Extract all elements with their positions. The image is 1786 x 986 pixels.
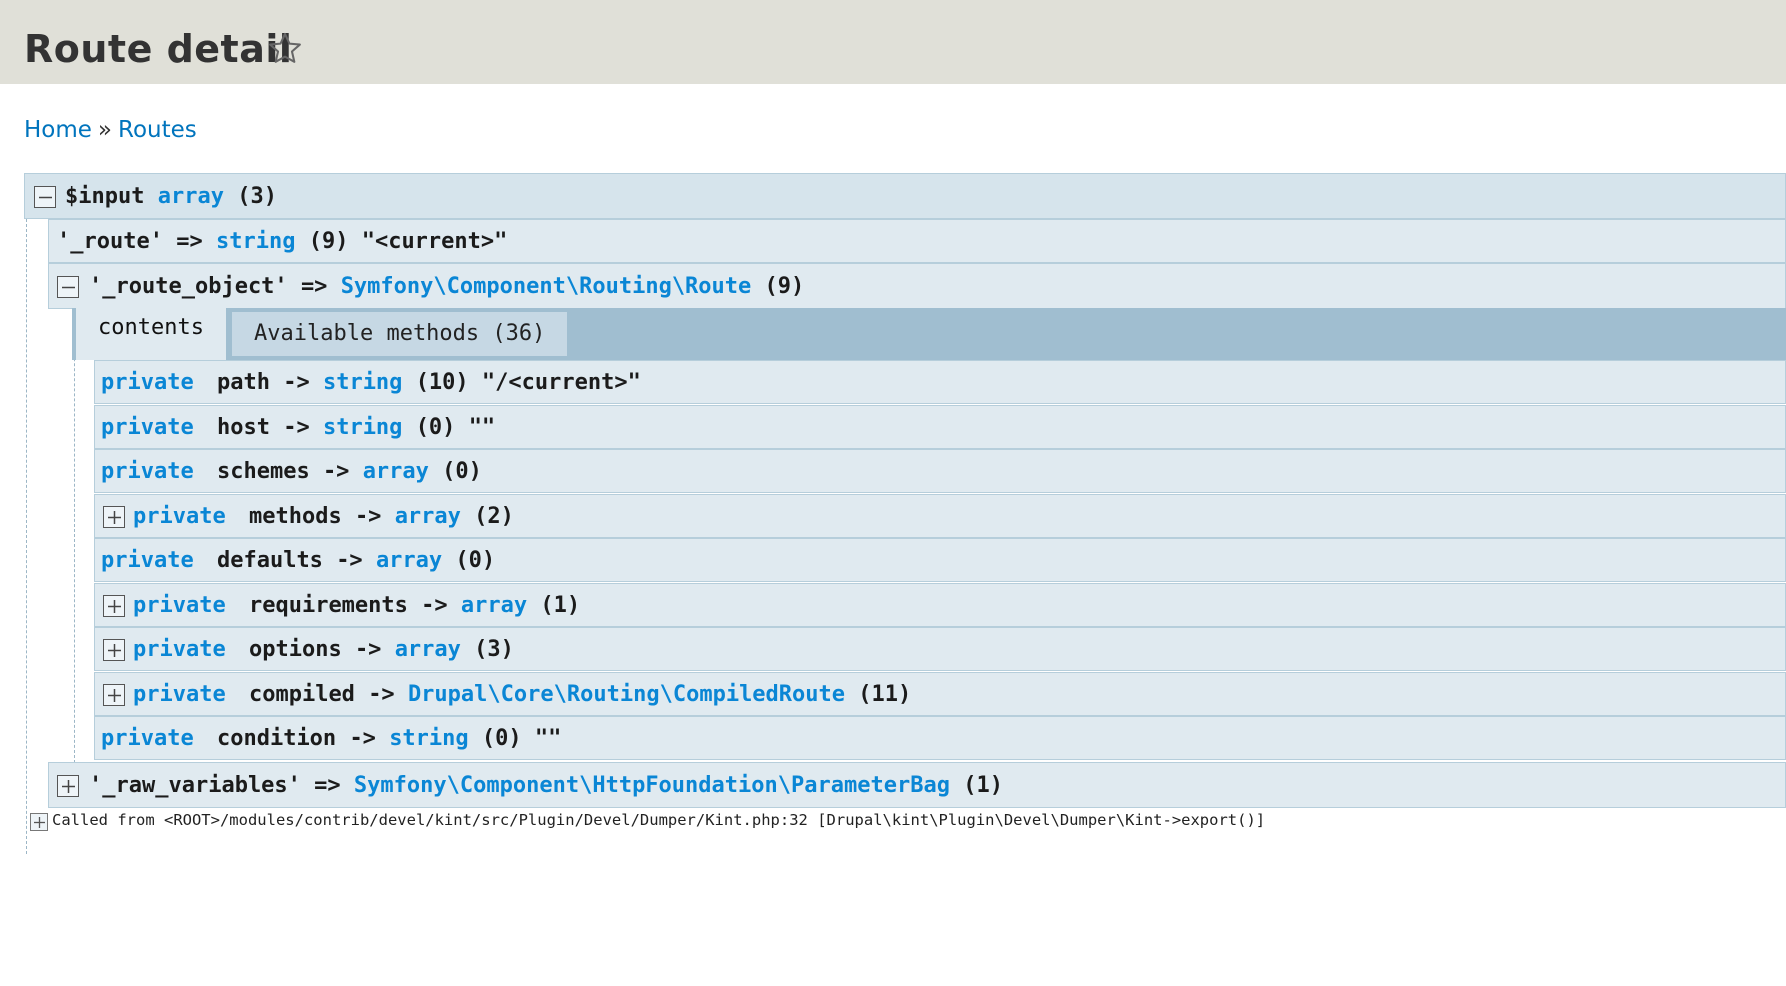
- route-object-count: (9): [764, 274, 805, 299]
- property-type: string: [322, 415, 403, 440]
- property-type: Drupal\Core\Routing\CompiledRoute: [407, 682, 846, 707]
- property-count: (11): [858, 682, 912, 707]
- property-name: defaults: [216, 548, 323, 573]
- property-count: (0): [415, 415, 456, 440]
- property-row: private condition -> string (0) "": [94, 716, 1786, 760]
- root-type: array: [157, 184, 224, 209]
- expand-icon[interactable]: [103, 595, 125, 617]
- property-row[interactable]: private methods -> array (2): [94, 494, 1786, 538]
- property-type: array: [362, 459, 429, 484]
- expand-icon[interactable]: [30, 813, 48, 831]
- property-name: schemes: [216, 459, 310, 484]
- breadcrumb: Home» Routes: [24, 114, 197, 146]
- route-object-arrow: =>: [300, 274, 328, 299]
- route-type: string: [215, 229, 296, 254]
- breadcrumb-separator: »: [97, 117, 112, 143]
- root-count: (3): [237, 184, 277, 209]
- dump-tabbar: contents Available methods (36): [72, 308, 1786, 360]
- route-key: '_route': [57, 229, 163, 254]
- tree-guide: [26, 219, 27, 854]
- raw-variables-key: '_raw_variables': [89, 773, 301, 798]
- property-visibility: private: [133, 637, 226, 662]
- collapse-icon[interactable]: [57, 276, 79, 298]
- property-arrow: ->: [349, 726, 376, 751]
- route-value: "<current>": [361, 229, 508, 254]
- property-name: path: [216, 370, 270, 395]
- property-count: (10): [415, 370, 469, 395]
- raw-variables-count: (1): [963, 773, 1003, 798]
- property-value: "": [534, 726, 562, 751]
- raw-variables-arrow: =>: [314, 773, 341, 798]
- property-row[interactable]: private requirements -> array (1): [94, 583, 1786, 627]
- property-type: string: [322, 370, 403, 395]
- property-value: "/<current>": [481, 370, 641, 395]
- property-name: requirements: [248, 593, 408, 618]
- property-visibility: private: [133, 504, 226, 529]
- dump-raw-variables-row[interactable]: '_raw_variables' => Symfony\Component\Ht…: [48, 762, 1786, 808]
- breadcrumb-routes-link[interactable]: Routes: [118, 117, 197, 143]
- expand-icon[interactable]: [103, 639, 125, 661]
- property-visibility: private: [101, 548, 194, 573]
- property-count: (0): [481, 726, 522, 751]
- property-type: array: [375, 548, 443, 573]
- property-visibility: private: [101, 370, 194, 395]
- route-count: (9): [308, 229, 349, 254]
- property-type: string: [389, 726, 469, 751]
- property-name: compiled: [248, 682, 355, 707]
- page-title: Route detail: [24, 27, 293, 71]
- breadcrumb-home-link[interactable]: Home: [24, 117, 92, 143]
- property-type: array: [394, 637, 461, 662]
- property-arrow: ->: [283, 370, 310, 395]
- called-from-trace: Called from <ROOT>/modules/contrib/devel…: [52, 811, 1266, 829]
- root-name: $input: [65, 184, 145, 209]
- expand-icon[interactable]: [103, 506, 125, 528]
- dump-route-row: '_route' => string (9) "<current>": [48, 219, 1786, 263]
- star-icon[interactable]: [266, 30, 304, 68]
- tree-guide: [74, 308, 75, 763]
- page-header: Route detail: [0, 0, 1786, 84]
- property-arrow: ->: [354, 637, 382, 662]
- property-row: private path -> string (10) "/<current>": [94, 360, 1786, 404]
- property-row: private schemes -> array (0): [94, 449, 1786, 493]
- tab-available-methods[interactable]: Available methods (36): [232, 312, 568, 356]
- property-name: methods: [248, 504, 342, 529]
- property-visibility: private: [101, 415, 194, 440]
- property-name: options: [248, 637, 342, 662]
- property-visibility: private: [101, 726, 194, 751]
- property-arrow: ->: [322, 459, 350, 484]
- property-type: array: [460, 593, 528, 618]
- property-arrow: ->: [283, 415, 310, 440]
- property-arrow: ->: [421, 593, 448, 618]
- property-type: array: [394, 504, 461, 529]
- property-name: host: [216, 415, 270, 440]
- property-arrow: ->: [336, 548, 363, 573]
- property-visibility: private: [133, 682, 226, 707]
- expand-icon[interactable]: [57, 775, 79, 797]
- route-object-type: Symfony\Component\Routing\Route: [340, 274, 752, 299]
- property-value: "": [468, 415, 496, 440]
- dump-route-object-row[interactable]: '_route_object' => Symfony\Component\Rou…: [48, 263, 1786, 309]
- tab-contents[interactable]: contents: [76, 308, 226, 360]
- property-row: private host -> string (0) "": [94, 405, 1786, 449]
- property-row: private defaults -> array (0): [94, 538, 1786, 582]
- property-visibility: private: [133, 593, 226, 618]
- property-row[interactable]: private options -> array (3): [94, 627, 1786, 671]
- route-arrow: =>: [176, 229, 203, 254]
- property-count: (0): [455, 548, 496, 573]
- property-arrow: ->: [368, 682, 395, 707]
- property-count: (1): [540, 593, 581, 618]
- property-count: (2): [474, 504, 514, 529]
- property-visibility: private: [101, 459, 194, 484]
- property-arrow: ->: [354, 504, 382, 529]
- route-object-key: '_route_object': [89, 274, 288, 299]
- collapse-icon[interactable]: [34, 186, 56, 208]
- property-name: condition: [216, 726, 337, 751]
- property-count: (0): [442, 459, 482, 484]
- property-count: (3): [474, 637, 514, 662]
- dump-root-row[interactable]: $input array (3): [24, 173, 1786, 219]
- raw-variables-type: Symfony\Component\HttpFoundation\Paramet…: [353, 773, 950, 798]
- property-row[interactable]: private compiled -> Drupal\Core\Routing\…: [94, 672, 1786, 716]
- expand-icon[interactable]: [103, 684, 125, 706]
